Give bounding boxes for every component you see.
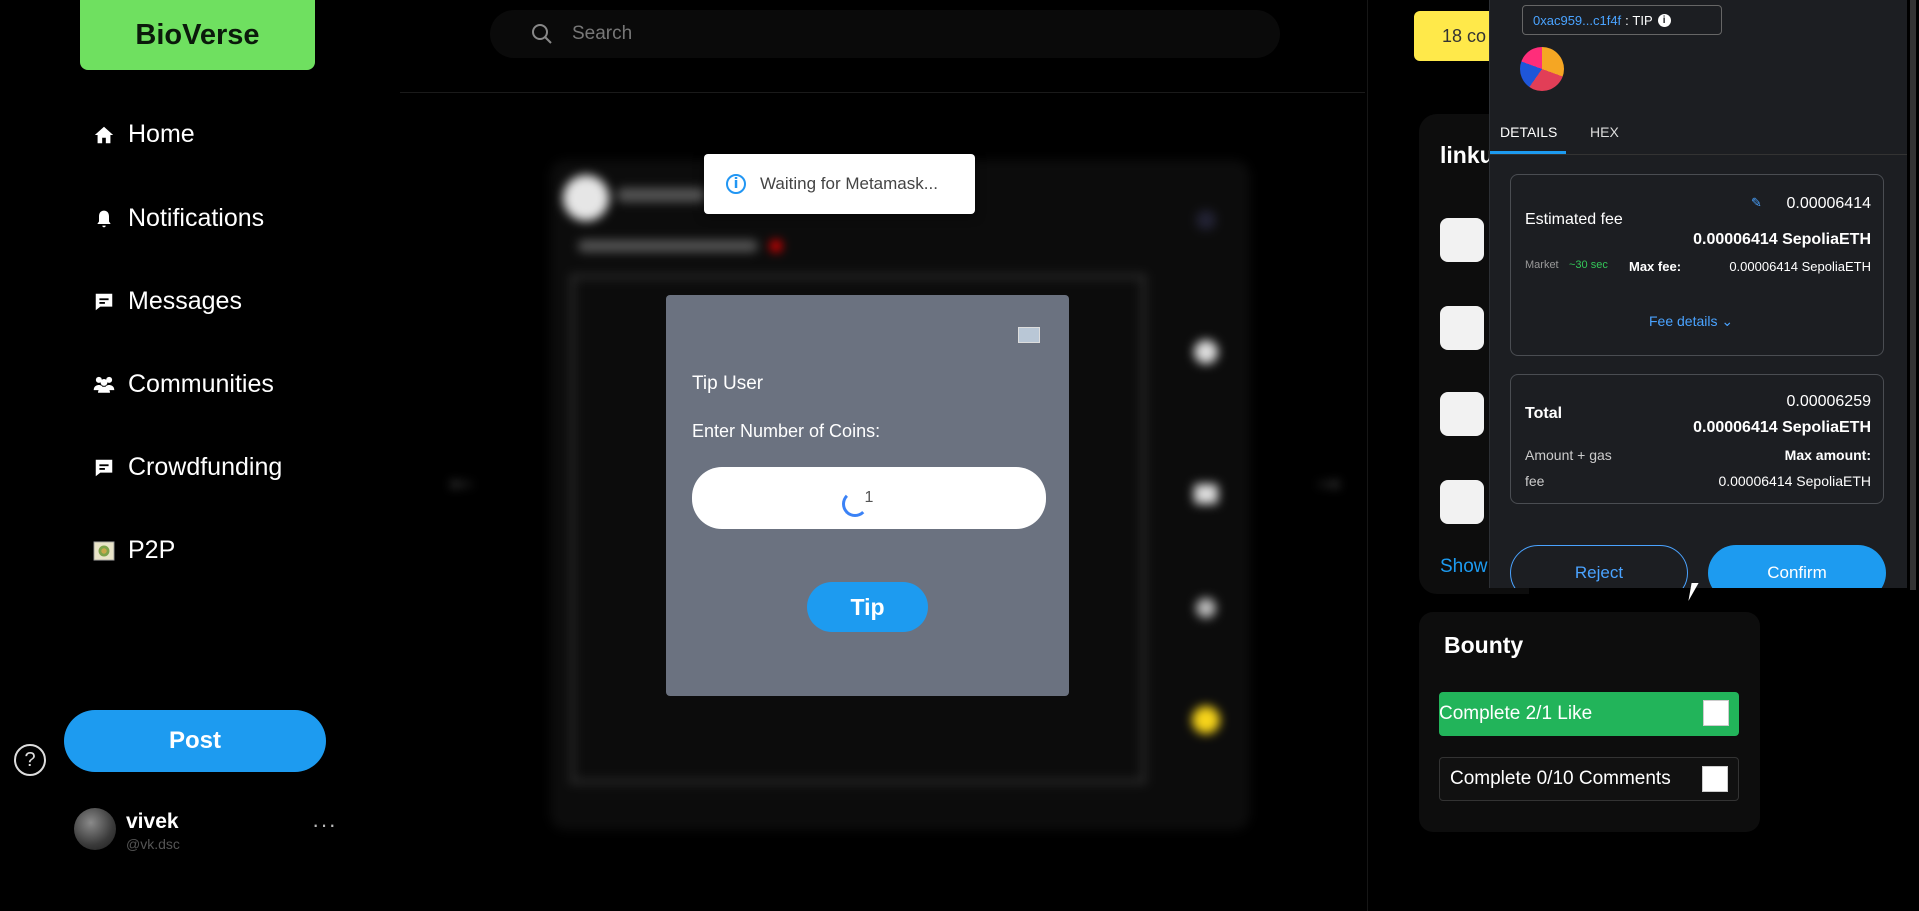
amount-gas-label: Amount + gas [1525, 447, 1612, 463]
metamask-popup: 0xac959...c1f4f : TIP i DETAILS HEX Esti… [1489, 0, 1907, 588]
max-fee-value: 0.00006414 SepoliaETH [1729, 259, 1871, 274]
next-arrow-icon[interactable]: → [1312, 460, 1346, 499]
user-avatar[interactable] [1440, 306, 1484, 350]
bounty-image-icon [1703, 700, 1729, 726]
estimated-fee-value: 0.00006414 SepoliaETH [1693, 231, 1871, 248]
max-amount-value: 0.00006414 SepoliaETH [1718, 473, 1871, 489]
tab-details[interactable]: DETAILS [1500, 124, 1557, 140]
post-text-placeholder [578, 240, 758, 252]
bounty-item[interactable]: Complete 2/1 Like [1439, 692, 1739, 736]
loading-spinner-icon [842, 491, 868, 517]
max-amount-label: Max amount: [1784, 447, 1871, 463]
estimated-fee-label: Estimated fee [1525, 211, 1623, 228]
coins-label: Enter Number of Coins: [692, 421, 881, 441]
edit-icon[interactable]: ✎ [1751, 195, 1762, 211]
fee-edit-value: 0.00006414 [1786, 195, 1871, 212]
total-value: 0.00006259 [1786, 393, 1871, 410]
bounty-item-label: Complete 2/1 Like [1439, 703, 1593, 724]
modal-title: Tip User [692, 373, 764, 394]
tip-user-modal: Tip User Enter Number of Coins: Tip [666, 295, 1069, 696]
user-avatar[interactable] [1440, 480, 1484, 524]
post-avatar [563, 175, 609, 221]
bounty-item-label: Complete 0/10 Comments [1450, 768, 1671, 789]
bounty-title: Bounty [1444, 632, 1524, 658]
coins-input[interactable] [692, 467, 1046, 529]
tab-hex[interactable]: HEX [1590, 124, 1619, 140]
show-more-link[interactable]: Show [1440, 556, 1488, 578]
market-label: Market [1525, 259, 1559, 271]
market-time: ~30 sec [1569, 259, 1608, 271]
tip-button[interactable]: Tip [807, 582, 928, 632]
share-icon [1196, 598, 1216, 618]
user-avatar[interactable] [1440, 218, 1484, 262]
action-icon [1196, 210, 1216, 230]
panel-title: linku [1440, 142, 1494, 168]
account-address: 0xac959...c1f4f [1533, 12, 1622, 28]
total-eth-value: 0.00006414 SepoliaETH [1693, 419, 1871, 436]
total-box: Total 0.00006259 0.00006414 SepoliaETH A… [1510, 374, 1884, 504]
comment-icon [1194, 484, 1218, 504]
info-icon: i [726, 174, 746, 194]
prev-arrow-icon[interactable]: ← [444, 460, 478, 499]
bounty-image-icon [1702, 766, 1728, 792]
site-logo-icon [1520, 47, 1564, 91]
account-pill[interactable]: 0xac959...c1f4f : TIP i [1522, 5, 1722, 35]
total-label: Total [1525, 405, 1563, 422]
bounty-item[interactable]: Complete 0/10 Comments [1439, 757, 1739, 801]
reject-button[interactable]: Reject [1510, 545, 1688, 588]
scrollbar[interactable] [1910, 0, 1916, 590]
confirm-button[interactable]: Confirm [1708, 545, 1886, 588]
account-tag: : TIP [1625, 12, 1653, 28]
metamask-waiting-toast: i Waiting for Metamask... [704, 154, 975, 214]
user-avatar[interactable] [1440, 392, 1484, 436]
post-author-placeholder [617, 188, 707, 202]
active-tab-indicator [1490, 151, 1566, 154]
fee-box: Estimated fee ✎ 0.00006414 0.00006414 Se… [1510, 174, 1884, 356]
fee-details-link[interactable]: Fee details ⌄ [1649, 313, 1733, 330]
amount-gas-label-fee: fee [1525, 473, 1545, 489]
info-icon[interactable]: i [1657, 13, 1671, 27]
heart-icon [770, 240, 782, 252]
like-icon [1194, 340, 1218, 364]
broken-image-icon[interactable] [1018, 327, 1040, 343]
coin-icon [1192, 706, 1220, 734]
toast-text: Waiting for Metamask... [760, 174, 938, 193]
max-fee-label: Max fee: [1629, 259, 1682, 274]
details-tabs: DETAILS HEX [1490, 112, 1907, 155]
